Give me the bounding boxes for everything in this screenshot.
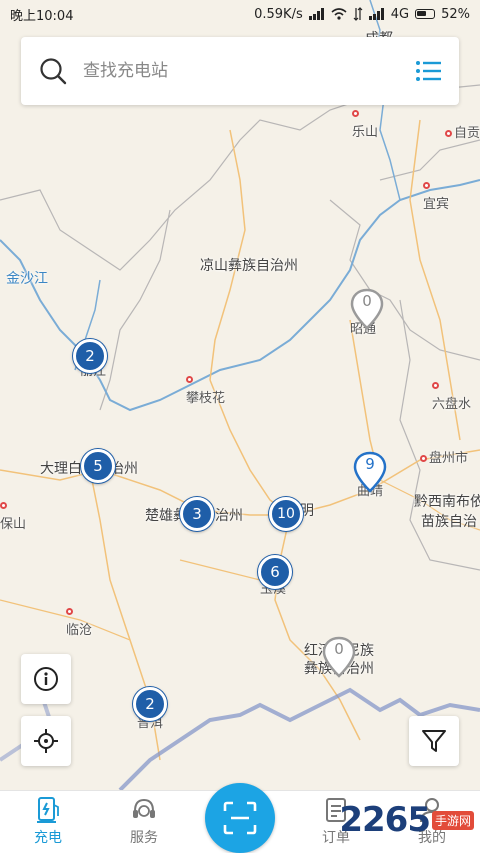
station-cluster-chuxiong[interactable]: 3 (180, 497, 214, 531)
status-time: 晚上10:04 (10, 8, 74, 24)
map-view[interactable]: 成都 乐山 自贡 宜宾 凉山彝族自治州 金沙江 丽江 攀枝花 昭通 六盘水 大理… (0, 0, 480, 790)
city-dot-icon (432, 382, 439, 389)
status-battery: 52% (441, 6, 470, 22)
filter-icon (422, 730, 446, 752)
watermark: 2265 手游网 (339, 800, 474, 840)
place-yibin: 宜宾 (423, 178, 449, 212)
battery-icon (415, 9, 436, 19)
city-dot-icon (186, 376, 193, 383)
info-button[interactable] (21, 654, 71, 704)
city-dot-icon (423, 182, 430, 189)
place-leshan: 乐山 (352, 106, 378, 140)
tab-service[interactable]: 服务 (96, 790, 192, 853)
place-panzhihua: 攀枝花 (186, 372, 225, 406)
tab-charge-label: 充电 (34, 830, 62, 846)
place-lincang: 临沧 (66, 604, 92, 638)
wifi-icon (331, 8, 347, 20)
search-icon[interactable] (39, 57, 67, 85)
watermark-text: 手游网 (431, 810, 474, 830)
station-pin-zhaotong[interactable]: 0 (350, 288, 384, 330)
place-jinshajiang: 金沙江 (6, 271, 48, 287)
place-qianxinan-1: 黔西南布依 (414, 494, 480, 510)
station-cluster-dali[interactable]: 5 (81, 449, 115, 483)
scan-button[interactable] (205, 783, 275, 853)
list-view-icon[interactable] (415, 60, 441, 82)
station-pin-qujing[interactable]: 9 (353, 451, 387, 493)
search-bar (21, 37, 459, 105)
place-zigong: 自贡 (445, 122, 480, 141)
city-dot-icon (66, 608, 73, 615)
info-icon (34, 667, 58, 691)
filter-button[interactable] (409, 716, 459, 766)
place-liangshan: 凉山彝族自治州 (200, 258, 298, 274)
station-pin-honghe[interactable]: 0 (322, 636, 356, 678)
headset-icon (133, 798, 155, 818)
data-transfer-icon (353, 7, 363, 21)
place-liupanshui: 六盘水 (432, 378, 471, 412)
signal-icon (368, 8, 384, 20)
station-cluster-yuxi[interactable]: 6 (258, 555, 292, 589)
city-dot-icon (0, 502, 7, 509)
locate-icon (34, 729, 58, 753)
signal-icon (308, 8, 324, 20)
status-network: 4G (390, 6, 410, 22)
place-panzhou: 盘州市 (420, 447, 468, 466)
scan-icon (223, 801, 257, 835)
city-dot-icon (445, 130, 452, 137)
status-speed: 0.59K/s (254, 6, 303, 22)
station-cluster-lijiang[interactable]: 2 (73, 339, 107, 373)
tab-service-label: 服务 (130, 830, 158, 846)
watermark-number: 2265 (339, 800, 431, 840)
place-qianxinan-2: 苗族自治 (421, 514, 477, 530)
station-cluster-puer[interactable]: 2 (133, 687, 167, 721)
tab-charge[interactable]: 充电 (0, 790, 96, 853)
search-input[interactable] (83, 61, 415, 81)
locate-button[interactable] (21, 716, 71, 766)
city-dot-icon (420, 455, 427, 462)
map-background (0, 0, 480, 790)
place-baoshan: 保山 (0, 498, 26, 532)
charging-station-icon (37, 797, 59, 823)
station-cluster-kunming[interactable]: 10 (269, 497, 303, 531)
status-bar: 晚上10:04 0.59K/s 4G 52% (0, 0, 480, 28)
city-dot-icon (352, 110, 359, 117)
